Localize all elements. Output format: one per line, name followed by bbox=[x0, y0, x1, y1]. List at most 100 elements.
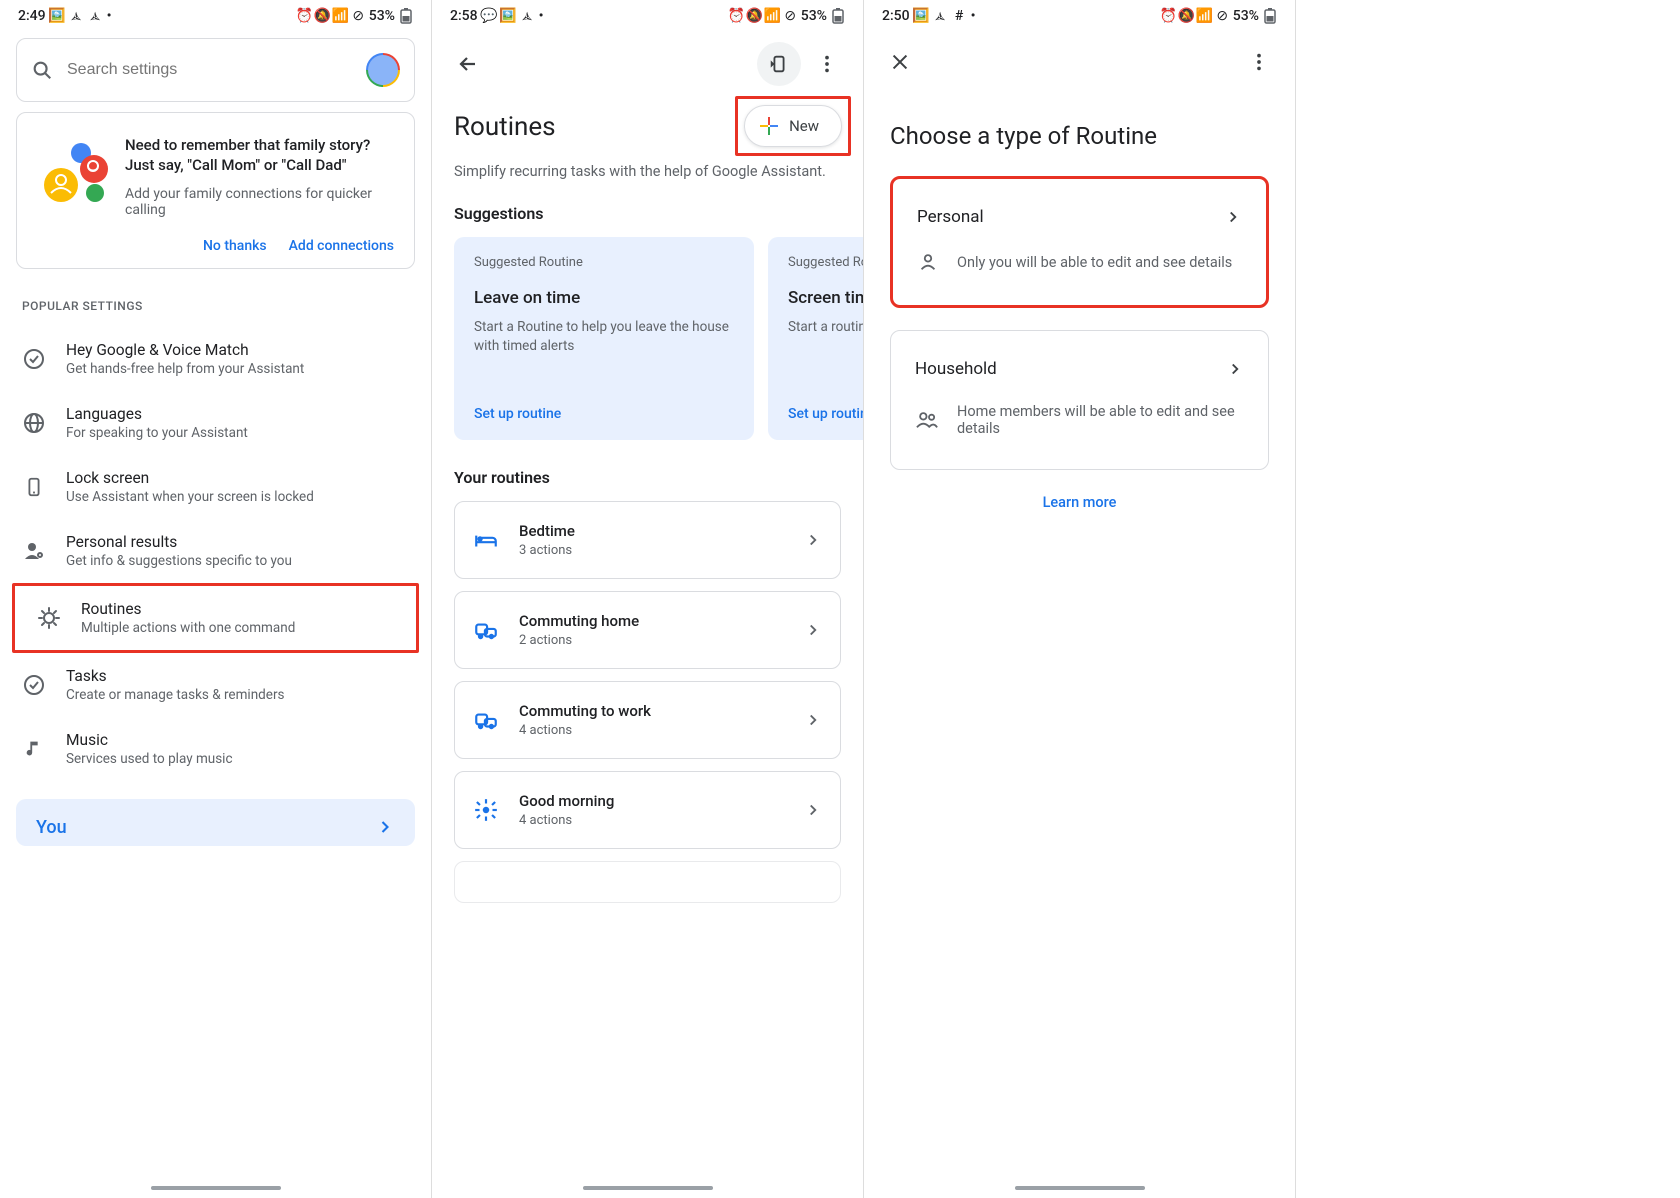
battery-icon bbox=[830, 9, 845, 24]
set-up-routine-button[interactable]: Set up routine bbox=[474, 406, 734, 422]
setting-sub: Get info & suggestions specific to you bbox=[66, 553, 292, 569]
routine-type-household[interactable]: Household Home members will be able to e… bbox=[890, 330, 1269, 470]
your-routines-label: Your routines bbox=[454, 468, 841, 487]
setting-title: Lock screen bbox=[66, 469, 314, 487]
person-icon bbox=[917, 251, 939, 273]
routine-sub: 2 actions bbox=[519, 633, 639, 648]
battery-text: 53% bbox=[369, 8, 395, 24]
suggestion-desc: Start a Routine to help you leave the ho… bbox=[474, 318, 734, 356]
back-button[interactable] bbox=[448, 44, 488, 84]
type-desc: Only you will be able to edit and see de… bbox=[957, 254, 1232, 271]
suggestions-row[interactable]: Suggested Routine Leave on time Start a … bbox=[432, 237, 863, 440]
avatar[interactable] bbox=[366, 53, 400, 87]
add-connections-button[interactable]: Add connections bbox=[289, 238, 394, 254]
add-to-home-button[interactable] bbox=[757, 42, 801, 86]
overflow-dot: • bbox=[971, 8, 976, 24]
app-icon: 🟃 bbox=[520, 9, 535, 24]
routine-more[interactable] bbox=[454, 861, 841, 903]
suggestion-card[interactable]: Suggested Routine Screen time Start a ro… bbox=[768, 237, 863, 440]
chevron-right-icon bbox=[804, 801, 822, 819]
setting-hey-google[interactable]: Hey Google & Voice MatchGet hands-free h… bbox=[0, 327, 431, 391]
suggestion-title: Leave on time bbox=[474, 288, 734, 308]
app-icon: 🟃 bbox=[933, 9, 948, 24]
alarm-icon: ⏰ bbox=[297, 9, 312, 24]
routine-sub: 3 actions bbox=[519, 543, 575, 558]
routine-good-morning[interactable]: Good morning 4 actions bbox=[454, 771, 841, 849]
battery-icon bbox=[398, 9, 413, 24]
no-thanks-button[interactable]: No thanks bbox=[203, 238, 267, 254]
alarm-icon: ⏰ bbox=[729, 9, 744, 24]
learn-more-link[interactable]: Learn more bbox=[864, 494, 1295, 511]
photos-icon: 🖼️ bbox=[501, 9, 516, 24]
nav-handle[interactable] bbox=[1015, 1186, 1145, 1190]
setting-personal-results[interactable]: Personal resultsGet info & suggestions s… bbox=[0, 519, 431, 583]
you-label: You bbox=[36, 817, 67, 838]
set-up-routine-button[interactable]: Set up routine bbox=[788, 406, 863, 422]
no-signal-icon: ⊘ bbox=[351, 9, 366, 24]
routine-title: Commuting home bbox=[519, 612, 639, 630]
phone-routines: 2:58 💬 🖼️ 🟃 • ⏰ 🔕 📶 ⊘ 53% Routines bbox=[432, 0, 864, 1198]
mute-icon: 🔕 bbox=[1179, 9, 1194, 24]
type-desc: Home members will be able to edit and se… bbox=[957, 403, 1244, 437]
app-icon: 🟃 bbox=[88, 9, 103, 24]
new-routine-button[interactable]: New bbox=[744, 105, 842, 147]
battery-icon bbox=[1262, 9, 1277, 24]
commute-icon bbox=[473, 617, 499, 643]
you-card[interactable]: You bbox=[16, 799, 415, 846]
new-button-highlight: New bbox=[735, 96, 851, 156]
routine-commuting-home[interactable]: Commuting home 2 actions bbox=[454, 591, 841, 669]
chevron-right-icon bbox=[1226, 360, 1244, 378]
globe-icon bbox=[22, 411, 46, 435]
routine-commuting-work[interactable]: Commuting to work 4 actions bbox=[454, 681, 841, 759]
phone-icon bbox=[22, 475, 46, 499]
people-icon bbox=[915, 409, 939, 431]
wifi-icon: 📶 bbox=[333, 9, 348, 24]
page-title: Choose a type of Routine bbox=[890, 122, 1269, 150]
setting-title: Tasks bbox=[66, 667, 285, 685]
phone-settings: 2:49 🖼️ 🟃 🟃 • ⏰ 🔕 📶 ⊘ 53% bbox=[0, 0, 432, 1198]
routine-bedtime[interactable]: Bedtime3 actions bbox=[454, 501, 841, 579]
page-subtitle: Simplify recurring tasks with the help o… bbox=[454, 162, 841, 182]
nav-handle[interactable] bbox=[583, 1186, 713, 1190]
routine-type-personal[interactable]: Personal Only you will be able to edit a… bbox=[890, 176, 1269, 308]
app-icon: 🟃 bbox=[69, 9, 84, 24]
top-bar bbox=[864, 28, 1295, 92]
search-input[interactable] bbox=[16, 38, 415, 102]
mute-icon: 🔕 bbox=[315, 9, 330, 24]
routine-title: Good morning bbox=[519, 792, 614, 810]
suggestion-title: Screen time bbox=[788, 288, 863, 308]
battery-text: 53% bbox=[801, 8, 827, 24]
more-button[interactable] bbox=[807, 44, 847, 84]
setting-sub: Get hands-free help from your Assistant bbox=[66, 361, 304, 377]
status-time: 2:50 bbox=[882, 8, 910, 24]
setting-music[interactable]: MusicServices used to play music bbox=[0, 717, 431, 781]
setting-sub: Create or manage tasks & reminders bbox=[66, 687, 285, 703]
chevron-right-icon bbox=[1224, 208, 1242, 226]
routine-title: Commuting to work bbox=[519, 702, 651, 720]
routine-sub: 4 actions bbox=[519, 723, 651, 738]
close-button[interactable] bbox=[880, 42, 920, 82]
suggestions-label: Suggestions bbox=[454, 204, 841, 223]
suggestion-card[interactable]: Suggested Routine Leave on time Start a … bbox=[454, 237, 754, 440]
sun-icon bbox=[473, 797, 499, 823]
type-title: Household bbox=[915, 359, 997, 379]
plus-icon bbox=[759, 116, 779, 136]
setting-languages[interactable]: LanguagesFor speaking to your Assistant bbox=[0, 391, 431, 455]
setting-routines[interactable]: RoutinesMultiple actions with one comman… bbox=[12, 583, 419, 653]
overflow-dot: • bbox=[107, 8, 112, 24]
setting-title: Languages bbox=[66, 405, 248, 423]
setting-lock-screen[interactable]: Lock screenUse Assistant when your scree… bbox=[0, 455, 431, 519]
no-signal-icon: ⊘ bbox=[783, 9, 798, 24]
page-title: Routines bbox=[454, 112, 556, 142]
search-field[interactable] bbox=[67, 61, 352, 79]
setting-title: Music bbox=[66, 731, 233, 749]
promo-subtitle: Add your family connections for quicker … bbox=[125, 186, 394, 218]
routine-sub: 4 actions bbox=[519, 813, 614, 828]
messenger-icon: 💬 bbox=[482, 9, 497, 24]
overflow-dot: • bbox=[539, 8, 544, 24]
nav-handle[interactable] bbox=[151, 1186, 281, 1190]
setting-tasks[interactable]: Tasks Create or manage tasks & reminders bbox=[0, 653, 431, 717]
popular-settings-label: POPULAR SETTINGS bbox=[22, 299, 409, 313]
more-button[interactable] bbox=[1239, 42, 1279, 82]
music-icon bbox=[22, 737, 46, 761]
